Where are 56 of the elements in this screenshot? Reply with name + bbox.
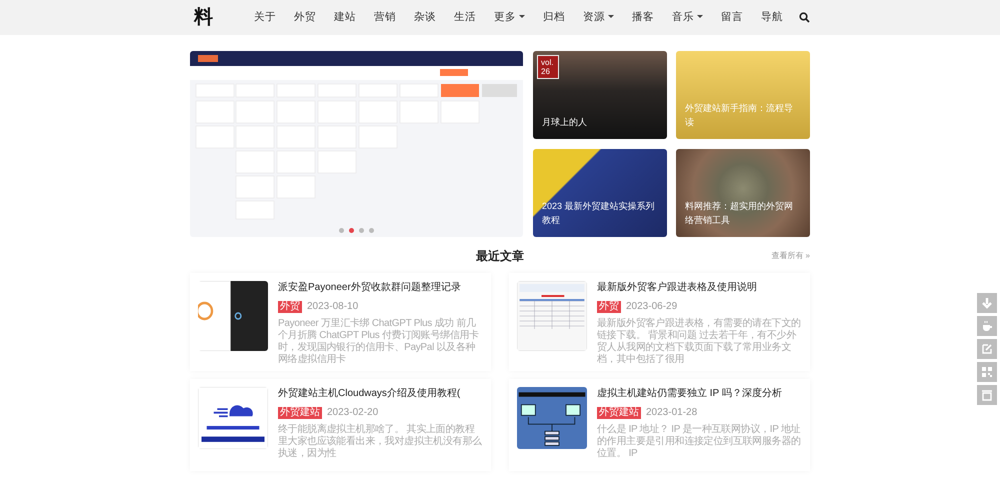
post-date: 2023-01-28: [646, 406, 698, 420]
category-tag[interactable]: 外贸: [278, 300, 302, 312]
nav-link[interactable]: 更多: [494, 10, 525, 26]
post-date: 2023-02-20: [327, 406, 378, 420]
nav-link[interactable]: 归档: [543, 10, 565, 26]
edit-icon: [980, 342, 994, 356]
featured-post-title: 月球上的人: [542, 116, 588, 129]
post-title-link[interactable]: 最新版外贸客户跟进表格及使用说明: [597, 281, 802, 295]
post-date: 2023-08-10: [307, 300, 358, 314]
post-excerpt: 终于能脱离虚拟主机那啥了。 其实上面的教程里大家也应该能看出来，我对虚拟主机没有那么执迷，因为性: [278, 424, 483, 460]
coffee-cup-button[interactable]: [977, 316, 997, 336]
category-tag[interactable]: 外贸建站: [597, 406, 641, 418]
nav-link[interactable]: 导航: [761, 10, 783, 26]
carousel-dot[interactable]: [349, 228, 354, 233]
nav-link[interactable]: 营销: [374, 10, 396, 26]
spreadsheet-thumbnail-drawing: [517, 281, 587, 351]
download-button[interactable]: [977, 293, 997, 313]
featured-post-card[interactable]: 2023 最新外贸建站实操系列教程: [533, 149, 667, 237]
carousel-dot[interactable]: [369, 228, 374, 233]
featured-post-card[interactable]: vol. 26 月球上的人: [533, 51, 667, 139]
search-icon[interactable]: [799, 12, 810, 23]
category-tag[interactable]: 外贸建站: [278, 406, 322, 418]
nav-link[interactable]: 资源: [583, 10, 614, 26]
featured-post-title: 2023 最新外贸建站实操系列教程: [542, 200, 656, 227]
qr-code-button[interactable]: [977, 362, 997, 382]
category-tag[interactable]: 外贸: [597, 300, 621, 312]
network-diagram-thumbnail-drawing: [517, 387, 587, 449]
tray-icon: [980, 388, 994, 402]
nav-link[interactable]: 留言: [721, 10, 743, 26]
coffee-cup-icon: [980, 319, 994, 333]
qr-code-icon: [980, 365, 994, 379]
nav-link[interactable]: 关于: [254, 10, 276, 26]
issue-badge: vol. 26: [537, 55, 559, 79]
post-title-link[interactable]: 派安盈Payoneer外贸收款群问题整理记录: [278, 281, 483, 295]
thumbnail-drawing: [198, 281, 268, 351]
download-icon: [980, 296, 994, 310]
post-excerpt: 什么是 IP 地址？ IP 是一种互联网协议，IP 地址的作用主要是引用和连接定位到互联网服务器的位置。 IP: [597, 424, 802, 460]
post-title-link[interactable]: 虚拟主机建站仍需要独立 IP 吗？深度分析: [597, 387, 802, 401]
nav-link[interactable]: 外贸: [294, 10, 316, 26]
section-title: 最近文章: [476, 248, 524, 265]
nav-link[interactable]: 生活: [454, 10, 476, 26]
nav-link[interactable]: 播客: [632, 10, 654, 26]
nav-link[interactable]: 建站: [334, 10, 356, 26]
featured-post-title: 外贸建站新手指南：流程导读: [685, 102, 794, 129]
featured-post-card[interactable]: 料网推荐：超实用的外贸网络营销工具: [676, 149, 810, 237]
site-logo[interactable]: 料: [194, 3, 213, 32]
nav-link[interactable]: 杂谈: [414, 10, 436, 26]
featured-post-title: 料网推荐：超实用的外贸网络营销工具: [685, 200, 794, 227]
cloud-thumbnail-drawing: [198, 387, 268, 449]
post-title-link[interactable]: 外贸建站主机Cloudways介绍及使用教程(: [278, 387, 483, 401]
nav-link[interactable]: 音乐: [672, 10, 703, 26]
edit-button[interactable]: [977, 339, 997, 359]
carousel-dot[interactable]: [359, 228, 364, 233]
post-date: 2023-06-29: [626, 300, 678, 314]
tray-button[interactable]: [977, 385, 997, 405]
carousel-dot[interactable]: [339, 228, 344, 233]
